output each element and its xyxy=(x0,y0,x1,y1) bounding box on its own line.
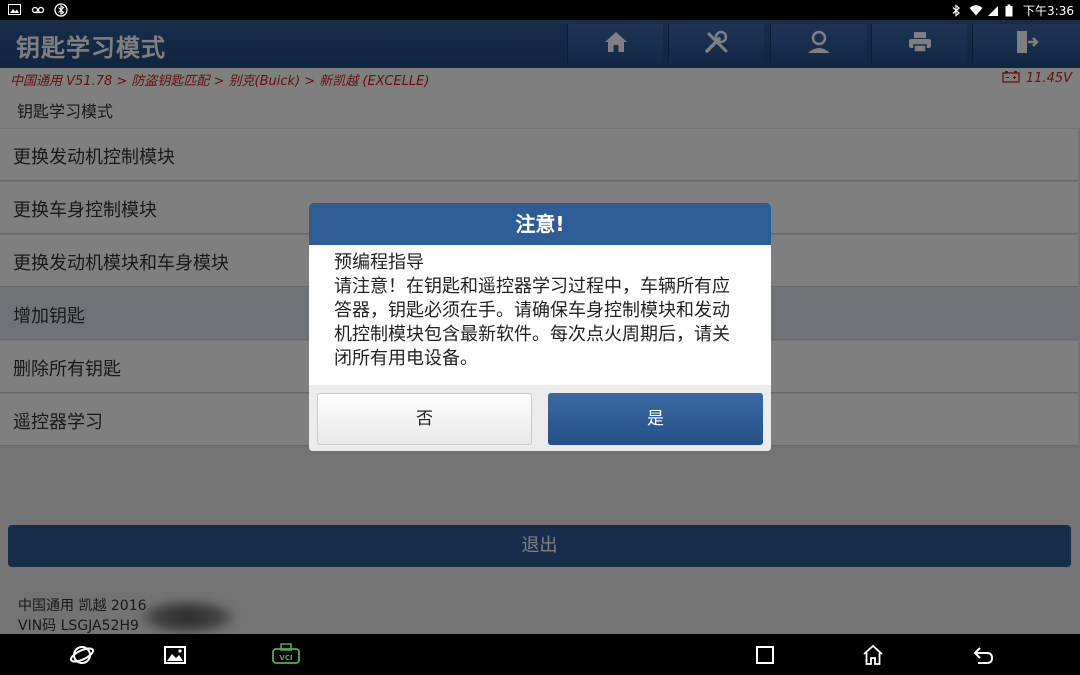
bluetooth-circle-icon xyxy=(54,3,68,17)
dialog-footer: 否 是 xyxy=(309,385,771,451)
signal-icon xyxy=(987,4,1000,17)
battery-icon xyxy=(1005,4,1018,17)
dialog-subtitle: 预编程指导 xyxy=(334,252,424,273)
dialog-message: 请注意！在钥匙和遥控器学习过程中，车辆所有应答器，钥匙必须在手。请确保车身控制模… xyxy=(334,276,730,369)
image-icon xyxy=(8,3,21,16)
no-button[interactable]: 否 xyxy=(317,393,532,445)
system-nav-bar: VCI xyxy=(0,634,1080,675)
wifi-icon xyxy=(969,4,983,17)
browser-icon[interactable] xyxy=(69,642,95,668)
back-icon[interactable] xyxy=(970,642,996,668)
voicemail-icon xyxy=(31,3,45,16)
clock: 下午3:36 xyxy=(1023,4,1074,18)
bluetooth-icon xyxy=(951,4,964,17)
dialog-body: 预编程指导 请注意！在钥匙和遥控器学习过程中，车辆所有应答器，钥匙必须在手。请确… xyxy=(309,245,771,385)
vci-icon[interactable]: VCI xyxy=(271,642,301,668)
attention-dialog: 注意! 预编程指导 请注意！在钥匙和遥控器学习过程中，车辆所有应答器，钥匙必须在… xyxy=(309,203,771,451)
home-icon[interactable] xyxy=(860,642,886,668)
recent-apps-icon[interactable] xyxy=(752,642,778,668)
gallery-icon[interactable] xyxy=(162,642,188,668)
status-bar: 下午3:36 xyxy=(0,0,1080,20)
dialog-title: 注意! xyxy=(309,203,771,245)
yes-button[interactable]: 是 xyxy=(548,393,763,445)
svg-text:VCI: VCI xyxy=(279,654,292,662)
